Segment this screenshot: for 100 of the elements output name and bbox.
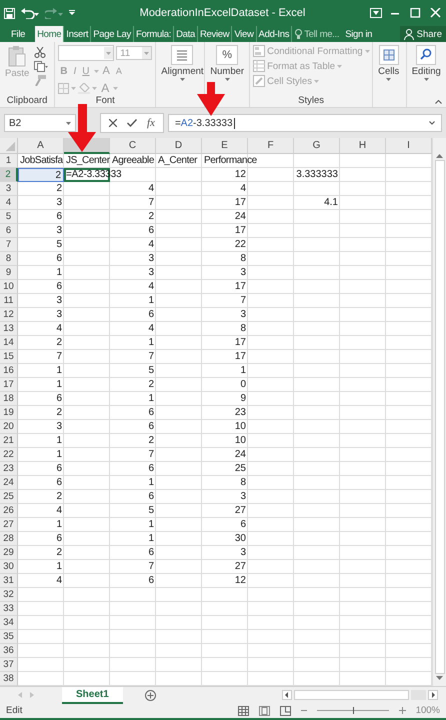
column-header[interactable]: A [18,138,64,154]
scroll-thumb[interactable] [434,160,444,674]
scroll-up-icon[interactable] [436,154,443,158]
row-header[interactable]: 20 [0,420,18,434]
column-header[interactable]: E [202,138,248,154]
row-header[interactable]: 33 [0,602,18,616]
row-header[interactable]: 1 [0,154,18,168]
table-cell-text: 6 [147,420,155,434]
row-header[interactable]: 9 [0,266,18,280]
row-header[interactable]: 35 [0,630,18,644]
row-header[interactable]: 30 [0,560,18,574]
row-header[interactable]: 26 [0,504,18,518]
column-header[interactable]: I [386,138,432,154]
row-header[interactable]: 25 [0,490,18,504]
row-header[interactable]: 18 [0,392,18,406]
row-header[interactable]: 36 [0,644,18,658]
row-header[interactable]: 21 [0,434,18,448]
table-cell-text: 2 [55,406,63,420]
scroll-left-icon[interactable] [282,690,292,700]
expand-icon[interactable] [429,121,435,125]
customize-icon[interactable] [69,10,75,16]
cells-button[interactable]: Cells [376,45,402,107]
zoom-in-icon[interactable] [398,707,406,714]
row-header[interactable]: 32 [0,588,18,602]
scroll-right-icon[interactable] [428,690,438,700]
copy-icon[interactable] [34,61,48,72]
search-icon [416,45,436,65]
group-label: Clipboard [6,95,48,107]
close-icon[interactable] [428,8,442,18]
row-header[interactable]: 10 [0,280,18,294]
ribbon-tab[interactable]: File [4,26,32,42]
row-header[interactable]: 34 [0,616,18,630]
row-header[interactable]: 4 [0,196,18,210]
save-icon[interactable] [4,8,15,18]
row-header[interactable]: 23 [0,462,18,476]
row-header[interactable]: 19 [0,406,18,420]
share-button[interactable]: Share [400,26,446,42]
add-sheet-icon[interactable] [144,690,156,700]
row-header[interactable]: 31 [0,574,18,588]
alignment-button[interactable]: Alignment [159,45,206,107]
row-header[interactable]: 13 [0,322,18,336]
row-header[interactable]: 37 [0,658,18,672]
row-header[interactable]: 8 [0,252,18,266]
row-header[interactable]: 7 [0,238,18,252]
sheet-tab[interactable]: Sheet1 [62,686,123,704]
page-break-icon[interactable] [280,706,291,716]
table-cell-text: 6 [55,392,63,406]
row-header[interactable]: 14 [0,336,18,350]
font-name-field[interactable] [58,45,114,61]
page-layout-icon[interactable] [258,706,270,716]
table-cell-text: JobSatisfa [19,154,64,168]
caret-icon [224,78,230,81]
table-cell-text: 17 [234,336,247,350]
table-cell-text: 5 [147,504,155,518]
row-header[interactable]: 6 [0,224,18,238]
scissors-icon[interactable] [34,47,46,58]
name-box[interactable]: B2 [4,114,76,132]
cancel-icon[interactable] [109,119,117,127]
column-header[interactable]: C [110,138,156,154]
maximize-icon[interactable] [408,8,422,18]
row-header[interactable]: 15 [0,350,18,364]
table-cell-text: 3 [239,490,247,504]
search-hint[interactable]: Tell me... [304,28,340,40]
row-header[interactable]: 12 [0,308,18,322]
vertical-scrollbar[interactable] [432,138,446,686]
row-header[interactable]: 17 [0,378,18,392]
formula-field[interactable]: =A2-3.33333 [168,114,442,132]
sign-in-link[interactable]: Sign in [342,26,376,42]
insert-function-button[interactable]: fx [147,117,155,129]
row-header[interactable]: 11 [0,294,18,308]
row-header[interactable]: 38 [0,672,18,686]
scroll-thumb[interactable] [294,690,409,700]
row-header[interactable]: 28 [0,532,18,546]
row-header[interactable]: 3 [0,182,18,196]
column-header[interactable]: H [340,138,386,154]
ribbon-display-icon[interactable] [370,8,382,18]
row-header[interactable]: 22 [0,448,18,462]
align-lines-icon [171,45,194,65]
row-header[interactable]: 5 [0,210,18,224]
table-cell-text: 6 [147,462,155,476]
row-header[interactable]: 16 [0,364,18,378]
enter-icon[interactable] [127,119,137,127]
table-cell-text: 7 [147,350,155,364]
number-button[interactable]: % Number [208,45,246,107]
row-header[interactable]: 29 [0,546,18,560]
scroll-down-icon[interactable] [436,676,443,680]
column-header[interactable]: G [294,138,340,154]
table-cell-text: 6 [147,308,155,322]
ribbon-tab[interactable]: Home [35,26,64,42]
editing-button[interactable]: Editing [410,45,443,107]
table-cell-text: 1 [239,364,247,378]
normal-view-icon[interactable] [238,706,249,716]
column-header[interactable]: D [156,138,202,154]
row-header[interactable]: 2 [0,168,18,182]
undo-icon[interactable] [21,8,39,18]
row-header[interactable]: 24 [0,476,18,490]
table-cell-text: 5 [55,238,63,252]
collapse-ribbon-icon[interactable] [435,100,442,104]
row-header[interactable]: 27 [0,518,18,532]
column-header[interactable]: F [248,138,294,154]
